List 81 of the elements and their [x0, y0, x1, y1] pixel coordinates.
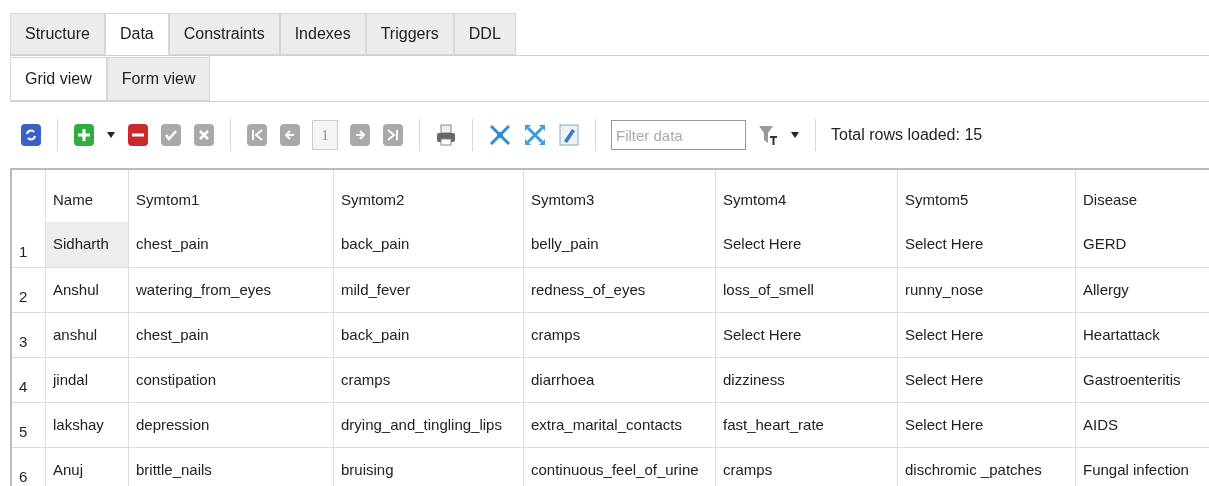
tab[interactable]: Constraints — [168, 13, 280, 55]
table-cell: brittle_nails — [128, 448, 333, 486]
table-cell: Select Here — [897, 313, 1075, 357]
column-header[interactable]: Symtom5 — [897, 170, 1075, 222]
table-cell: cramps — [715, 448, 897, 486]
caret-icon[interactable] — [790, 131, 800, 139]
next-page-icon[interactable] — [349, 123, 371, 147]
table-cell: extra_marital_contacts — [523, 403, 715, 447]
table-cell: depression — [128, 403, 333, 447]
delete-icon[interactable] — [127, 123, 149, 147]
tab[interactable]: Triggers — [365, 13, 454, 55]
table-cell: loss_of_smell — [715, 268, 897, 312]
tab[interactable]: Indexes — [279, 13, 366, 55]
row-number: 3 — [18, 331, 29, 352]
table-cell: back_pain — [333, 222, 523, 267]
table-cell: diarrhoea — [523, 358, 715, 402]
check-icon[interactable] — [160, 123, 182, 147]
table-cell: continuous_feel_of_urine — [523, 448, 715, 486]
edit-icon[interactable] — [558, 123, 580, 147]
table-cell: constipation — [128, 358, 333, 402]
table-cell: GERD — [1075, 222, 1209, 267]
collapse-icon[interactable] — [488, 123, 512, 147]
table-cell: chest_pain — [128, 222, 333, 267]
table-cell: Select Here — [897, 403, 1075, 447]
tab[interactable]: Data — [104, 13, 169, 55]
last-page-icon[interactable] — [382, 123, 404, 147]
row-number: 5 — [18, 421, 29, 442]
column-header[interactable]: Symtom4 — [715, 170, 897, 222]
table-cell: watering_from_eyes — [128, 268, 333, 312]
table-cell: drying_and_tingling_lips — [333, 403, 523, 447]
table-cell: Gastroenteritis — [1075, 358, 1209, 402]
filter-field[interactable]: Filter data — [611, 120, 746, 150]
refresh-icon[interactable] — [20, 123, 42, 147]
column-header[interactable]: Symtom3 — [523, 170, 715, 222]
row-number: 2 — [18, 286, 29, 307]
table-cell: cramps — [333, 358, 523, 402]
expand-icon[interactable] — [523, 123, 547, 147]
previous-page-icon[interactable] — [279, 123, 301, 147]
row-number: 4 — [18, 376, 29, 397]
row-number: 1 — [18, 241, 29, 262]
table-cell: mild_fever — [333, 268, 523, 312]
table-cell: jindal — [45, 358, 128, 402]
table-cell: belly_pain — [523, 222, 715, 267]
table-cell: dizziness — [715, 358, 897, 402]
tab[interactable]: Form view — [106, 57, 211, 101]
tab[interactable]: DDL — [453, 13, 516, 55]
table-cell: dischromic _patches — [897, 448, 1075, 486]
table-cell: redness_of_eyes — [523, 268, 715, 312]
rows-loaded-text: Total rows loaded: 15 — [831, 125, 983, 145]
tab[interactable]: Structure — [10, 13, 105, 55]
table-cell: Select Here — [897, 222, 1075, 267]
table-cell: fast_heart_rate — [715, 403, 897, 447]
row-number: 6 — [18, 466, 29, 486]
table-cell: Select Here — [897, 358, 1075, 402]
table-cell: chest_pain — [128, 313, 333, 357]
table-cell: lakshay — [45, 403, 128, 447]
table-cell: Select Here — [715, 313, 897, 357]
table-cell: Select Here — [715, 222, 897, 267]
filter-icon[interactable] — [757, 123, 779, 147]
table-cell: Anuj — [45, 448, 128, 486]
table-cell: Sidharth — [45, 222, 128, 267]
caret-icon[interactable] — [106, 131, 116, 139]
table-cell: back_pain — [333, 313, 523, 357]
print-icon[interactable] — [435, 123, 457, 147]
table-cell: runny_nose — [897, 268, 1075, 312]
table-cell: Allergy — [1075, 268, 1209, 312]
column-header[interactable]: Symtom1 — [128, 170, 333, 222]
table-cell: cramps — [523, 313, 715, 357]
table-cell: Fungal infection — [1075, 448, 1209, 486]
cancel-icon[interactable] — [193, 123, 215, 147]
column-header[interactable]: Symtom2 — [333, 170, 523, 222]
column-header[interactable]: Disease — [1075, 170, 1209, 222]
first-page-icon[interactable] — [246, 123, 268, 147]
table-cell: bruising — [333, 448, 523, 486]
table-cell: AIDS — [1075, 403, 1209, 447]
add-icon[interactable] — [73, 123, 95, 147]
table-cell: Anshul — [45, 268, 128, 312]
table-cell: anshul — [45, 313, 128, 357]
tab[interactable]: Grid view — [10, 57, 107, 101]
table-cell: Heartattack — [1075, 313, 1209, 357]
page-field[interactable]: 1 — [312, 120, 338, 150]
